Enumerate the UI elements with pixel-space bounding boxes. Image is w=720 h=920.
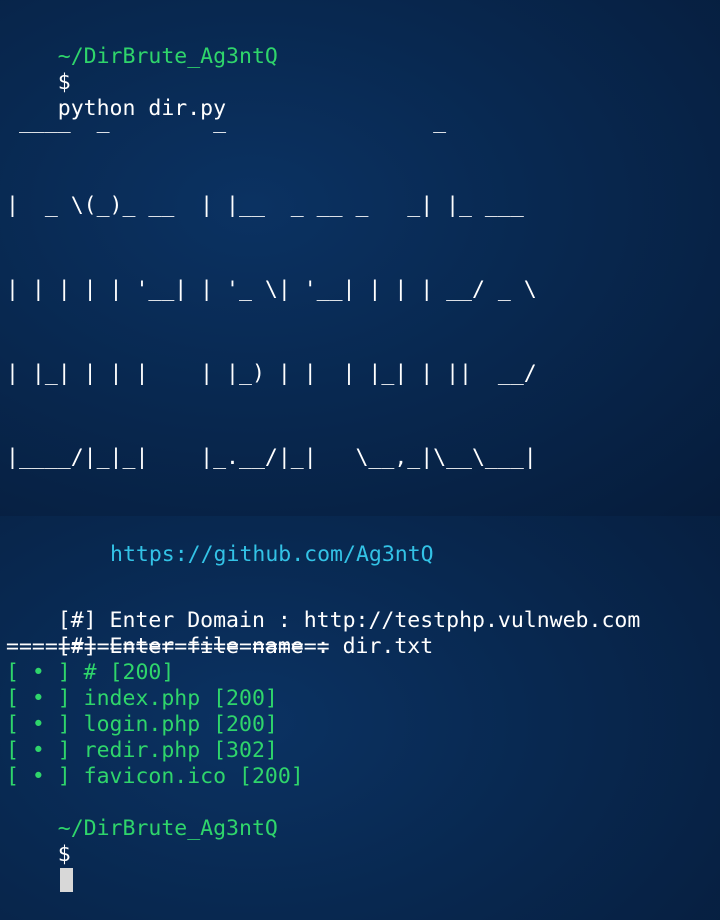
prompt-path: ~/DirBrute_Ag3ntQ <box>57 44 278 69</box>
result-line: [ • ] login.php [200] <box>6 712 278 737</box>
result-line: [ • ] redir.php [302] <box>6 738 278 763</box>
final-prompt-symbol: $ <box>57 842 71 867</box>
ascii-line: ____ _ _ _ <box>6 109 550 134</box>
ascii-line: | _ \(_)_ __ | |__ _ __ _ _| |_ ___ <box>6 193 537 218</box>
result-line: [ • ] index.php [200] <box>6 686 278 711</box>
domain-value: http://testphp.vulnweb.com <box>303 608 641 633</box>
result-line: [ • ] # [200] <box>6 660 175 685</box>
terminal-window[interactable]: ~/DirBrute_Ag3ntQ $ python dir.py ____ _… <box>0 0 720 892</box>
final-prompt-path: ~/DirBrute_Ag3ntQ <box>57 816 278 841</box>
github-link[interactable]: https://github.com/Ag3ntQ <box>6 542 720 568</box>
ascii-banner: ____ _ _ _ | _ \(_)_ __ | |__ _ __ _ _| … <box>6 52 720 528</box>
result-line: [ • ] favicon.ico [200] <box>6 764 304 789</box>
final-prompt-line[interactable]: ~/DirBrute_Ag3ntQ $ <box>6 790 720 892</box>
ascii-line: | | | | | '__| | '_ \| '__| | | | __/ _ … <box>6 277 537 302</box>
domain-label: [#] Enter Domain : <box>57 608 304 633</box>
ascii-line: | |_| | | | | |_) | | | |_| | || __/ <box>6 361 537 386</box>
prompt-symbol: $ <box>57 70 71 95</box>
text-cursor <box>59 868 73 892</box>
command-line: ~/DirBrute_Ag3ntQ $ python dir.py <box>6 18 720 121</box>
ascii-line: |____/|_|_| |_.__/|_| \__,_|\__\___| <box>6 445 537 470</box>
domain-input-line: [#] Enter Domain : http://testphp.vulnwe… <box>6 582 720 633</box>
file-value: dir.txt <box>342 634 434 659</box>
